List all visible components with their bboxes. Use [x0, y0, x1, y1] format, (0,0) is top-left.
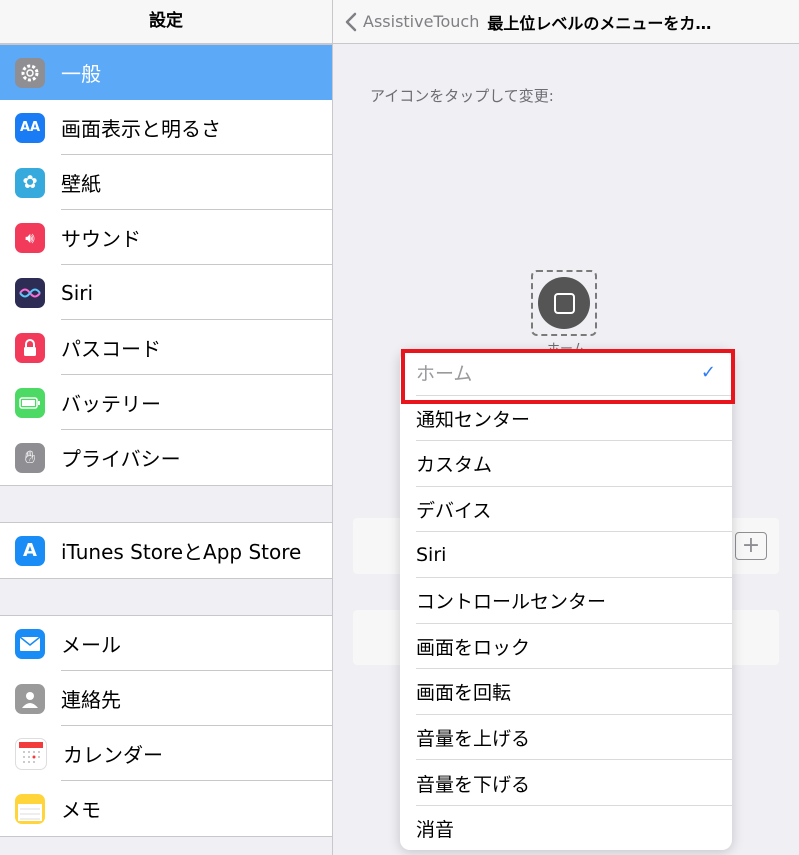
menu-item[interactable]: コントロールセンター — [400, 578, 732, 624]
gear-icon — [15, 57, 45, 88]
menu-item-label: 消音 — [416, 819, 455, 842]
navigation-bar: AssistiveTouch 最上位レベルのメニューをカ… — [333, 0, 799, 44]
settings-group: 一般 AA 画面表示と明るさ ✿ 壁紙 🔊︎ サウンド Siri パスコードバッテリー ✋︎ プライ… — [0, 44, 332, 486]
menu-item-label: 通知センター — [416, 408, 531, 431]
menu-item[interactable]: 画面を回転 — [400, 669, 732, 715]
siri-icon — [15, 277, 45, 308]
sidebar-item[interactable]: AiTunes StoreとApp Store — [0, 523, 332, 578]
home-square-glyph — [553, 292, 575, 314]
back-label: AssistiveTouch — [363, 12, 480, 31]
sidebar-item[interactable]: ✿ 壁紙 — [0, 155, 332, 210]
menu-item-label: カスタム — [416, 454, 493, 477]
sidebar-item[interactable]: メール — [0, 616, 332, 671]
battery-icon — [15, 387, 45, 418]
checkmark-icon: ✓ — [700, 362, 716, 384]
sidebar-item-label: 連絡先 — [61, 688, 121, 712]
action-picker-menu: ホーム ✓ 通知センター カスタムデバイス Siri コントロールセンター 画面をロック 画面… — [400, 350, 732, 850]
home-icon-slot[interactable] — [531, 270, 597, 336]
sidebar-item-label: カレンダー — [63, 743, 163, 767]
tap-hint-text: アイコンをタップして変更: — [370, 87, 554, 105]
menu-item[interactable]: 通知センター — [400, 396, 732, 442]
sidebar-groups: 一般 AA 画面表示と明るさ ✿ 壁紙 🔊︎ サウンド Siri パスコードバッテリー ✋︎ プライ… — [0, 44, 332, 837]
sidebar-item[interactable]: AA 画面表示と明るさ — [0, 100, 332, 155]
menu-item-label: Siri — [416, 544, 447, 567]
sidebar-item[interactable]: カレンダー — [0, 726, 332, 781]
sidebar-item-label: サウンド — [61, 227, 141, 251]
menu-item[interactable]: 音量を上げる — [400, 715, 732, 761]
notes-icon — [15, 793, 45, 824]
sidebar-item-label: 画面表示と明るさ — [61, 117, 221, 141]
sidebar-item[interactable]: ✋︎ プライバシー — [0, 430, 332, 485]
home-button-icon — [538, 277, 590, 329]
settings-group: AiTunes StoreとApp Store — [0, 522, 332, 579]
menu-item[interactable]: 音量を下げる — [400, 760, 732, 806]
page-title: 最上位レベルのメニューをカ… — [487, 13, 712, 33]
menu-item-label: 画面を回転 — [416, 682, 512, 705]
chevron-left-icon — [345, 12, 357, 31]
wallpaper-flower-icon: ✿ — [15, 167, 45, 198]
menu-item[interactable]: ホーム ✓ — [400, 350, 732, 396]
sidebar-item[interactable]: 一般 — [0, 45, 332, 100]
settings-sidebar: 設定 一般 AA 画面表示と明るさ ✿ 壁紙 🔊︎ サウンド Siri パスコードバッテリー ✋︎… — [0, 0, 333, 855]
menu-item-label: 音量を上げる — [416, 728, 531, 751]
sidebar-item[interactable]: バッテリー — [0, 375, 332, 430]
sidebar-item-label: パスコード — [61, 337, 161, 361]
display-brightness-icon: AA — [15, 112, 45, 143]
sidebar-item[interactable]: メモ — [0, 781, 332, 836]
menu-item[interactable]: カスタム — [400, 441, 732, 487]
sidebar-item-label: メール — [61, 633, 121, 657]
sidebar-item-label: 壁紙 — [61, 172, 101, 196]
sidebar-item[interactable]: パスコード — [0, 320, 332, 375]
menu-item-label: デバイス — [416, 500, 492, 523]
sidebar-title: 設定 — [0, 0, 332, 44]
sidebar-item[interactable]: 🔊︎ サウンド — [0, 210, 332, 265]
contacts-icon — [15, 683, 45, 714]
sidebar-item-label: iTunes StoreとApp Store — [61, 540, 302, 564]
app-store-icon: A — [15, 535, 45, 566]
sidebar-item-label: バッテリー — [61, 392, 161, 416]
menu-item-label: 画面をロック — [416, 636, 531, 659]
sidebar-item-label: Siri — [61, 280, 94, 305]
menu-item[interactable]: 画面をロック — [400, 624, 732, 670]
sidebar-item-label: プライバシー — [61, 447, 181, 471]
settings-group: メール連絡先カレンダーメモ — [0, 615, 332, 837]
sidebar-item[interactable]: 連絡先 — [0, 671, 332, 726]
calendar-icon — [15, 737, 47, 770]
menu-item-label: 音量を下げる — [416, 773, 531, 796]
mail-icon — [15, 628, 45, 659]
menu-item[interactable]: Siri — [400, 532, 732, 578]
menu-item[interactable]: 消音 — [400, 806, 732, 850]
lock-icon — [15, 332, 45, 363]
sidebar-item-label: メモ — [61, 798, 101, 822]
menu-item[interactable]: デバイス — [400, 487, 732, 533]
sidebar-item[interactable]: Siri — [0, 265, 332, 320]
add-icon-button[interactable]: + — [735, 532, 767, 560]
menu-item-label: コントロールセンター — [416, 591, 607, 614]
sidebar-item-label: 一般 — [61, 62, 101, 86]
speaker-icon: 🔊︎ — [15, 222, 45, 253]
menu-item-label: ホーム — [416, 363, 473, 386]
back-button[interactable]: AssistiveTouch — [345, 12, 479, 32]
hand-icon: ✋︎ — [15, 442, 45, 473]
